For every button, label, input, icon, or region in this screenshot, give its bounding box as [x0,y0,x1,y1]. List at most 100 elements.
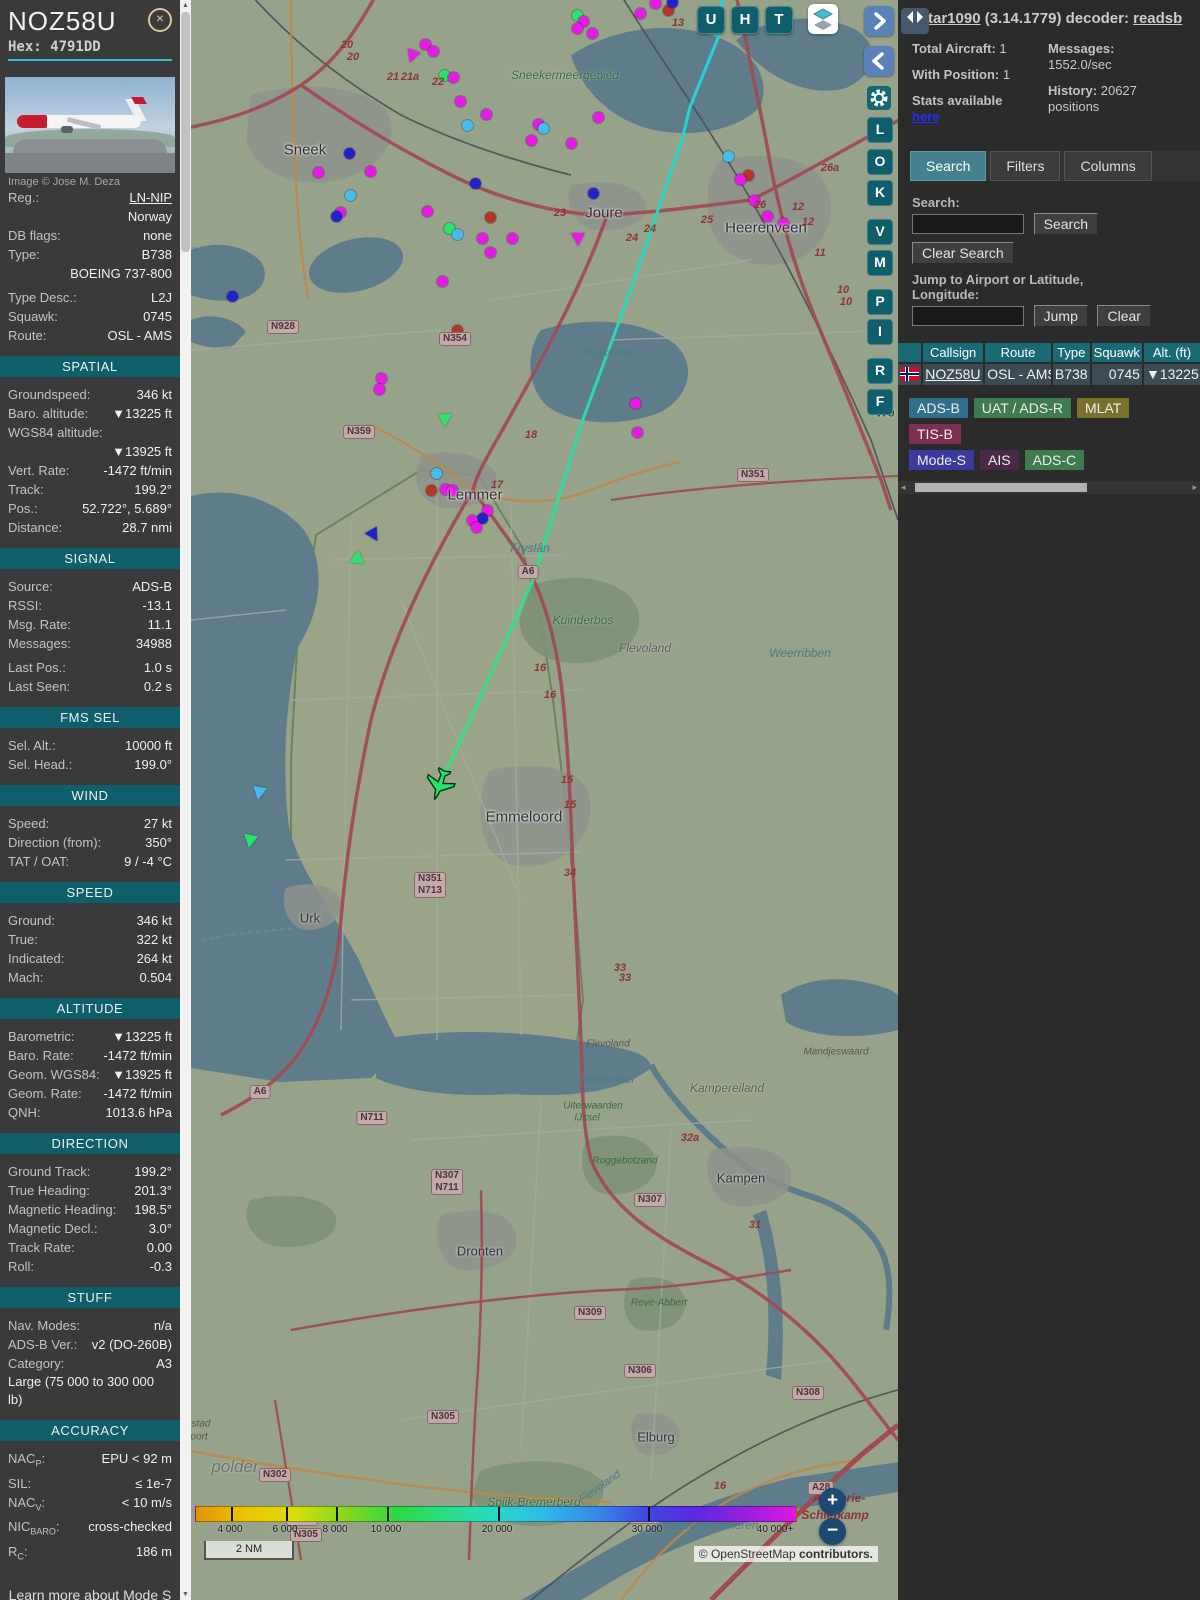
close-icon[interactable]: × [148,8,172,32]
panel-width-toggle[interactable] [901,8,929,34]
aircraft-dot[interactable] [723,151,734,162]
zoom-in-button[interactable]: + [819,1488,846,1515]
map-button-o[interactable]: O [867,149,893,175]
aircraft-dot[interactable] [526,135,537,146]
sidebar-scrollbar[interactable]: ▲ ▼ [180,0,191,1600]
source-badge-mode-s[interactable]: Mode-S [909,450,975,470]
stats-here-link[interactable]: here [912,109,939,124]
aircraft-dot[interactable] [630,398,641,409]
aircraft-dot[interactable] [448,72,459,83]
hscroll-thumb[interactable] [915,483,1087,492]
osm-link[interactable]: © OpenStreetMap [699,1547,799,1561]
map-canvas[interactable]: Sneek Joure Heerenveen Lemmer Emmeloord Urk Dr… [191,0,898,1600]
search-button[interactable]: Search [1033,213,1098,235]
table-horizontal-scrollbar[interactable]: ◂ ▸ [898,481,1200,494]
aircraft-dot[interactable] [227,291,238,302]
aircraft-dot[interactable] [462,120,473,131]
aircraft-dot[interactable] [485,212,496,223]
scroll-down-icon[interactable]: ▼ [180,1591,191,1598]
tab-columns[interactable]: Columns [1064,151,1152,181]
map-button-i[interactable]: I [867,319,893,345]
jump-clear-button[interactable]: Clear [1097,305,1151,327]
aircraft-dot[interactable] [572,23,583,34]
aircraft-dot[interactable] [431,468,442,479]
aircraft-dot[interactable] [344,148,355,159]
aircraft-arrow-marker[interactable] [250,785,268,802]
column-header-flag[interactable] [898,343,922,362]
map-button-p[interactable]: P [867,289,893,315]
map-button-t[interactable]: T [765,6,793,34]
aircraft-dot[interactable] [477,233,488,244]
aircraft-dot[interactable] [422,206,433,217]
panel-expand-button[interactable] [864,6,894,36]
panel-collapse-button[interactable] [864,46,894,76]
aircraft-dot[interactable] [447,485,458,496]
map-button-k[interactable]: K [867,180,893,206]
map-button-l[interactable]: L [867,117,893,143]
map-button-u[interactable]: U [697,6,725,34]
aircraft-dot[interactable] [588,188,599,199]
aircraft-arrow-marker[interactable] [571,233,585,246]
aircraft-dot[interactable] [635,8,646,19]
aircraft-arrow-marker[interactable] [241,833,259,850]
aircraft-dot[interactable] [778,218,789,229]
aircraft-dot[interactable] [374,384,385,395]
jump-button[interactable]: Jump [1033,305,1088,327]
column-header-Callsign[interactable]: Callsign [923,343,984,362]
column-header-Route[interactable]: Route [985,343,1051,362]
column-header-Squawk[interactable]: Squawk [1091,343,1142,362]
column-header-Alt. (ft)[interactable]: Alt. (ft) [1143,343,1200,362]
map-button-v[interactable]: V [867,219,893,245]
aircraft-dot[interactable] [365,166,376,177]
aircraft-dot[interactable] [735,174,746,185]
map-button-h[interactable]: H [731,6,759,34]
aircraft-dot[interactable] [428,46,439,57]
scroll-left-icon[interactable]: ◂ [901,481,906,494]
aircraft-dot[interactable] [345,190,356,201]
aircraft-dot[interactable] [538,123,549,134]
tar1090-link[interactable]: tar1090 [928,10,981,27]
aircraft-photo[interactable] [5,77,175,173]
source-badge-ads-b[interactable]: ADS-B [909,398,968,418]
table-row[interactable]: NOZ58U OSL - AMS B738 0745 ▼13225 [898,362,1200,385]
aircraft-dot[interactable] [507,233,518,244]
aircraft-dot[interactable] [331,211,342,222]
settings-button[interactable] [867,86,891,110]
aircraft-dot[interactable] [376,373,387,384]
selected-aircraft-icon[interactable] [418,762,462,806]
aircraft-dot[interactable] [593,112,604,123]
map-button-f[interactable]: F [867,389,893,415]
scroll-right-icon[interactable]: ▸ [1192,481,1197,494]
jump-input[interactable] [912,306,1024,326]
aircraft-dot[interactable] [426,485,437,496]
clear-search-button[interactable]: Clear Search [912,242,1014,264]
aircraft-dot[interactable] [470,178,481,189]
column-header-Type[interactable]: Type [1052,343,1090,362]
aircraft-dot[interactable] [566,138,577,149]
aircraft-dot[interactable] [632,427,643,438]
layers-button[interactable] [808,4,838,34]
aircraft-dot[interactable] [587,28,598,39]
search-input[interactable] [912,214,1024,234]
source-badge-mlat[interactable]: MLAT [1076,398,1130,418]
source-badge-uat-ads-r[interactable]: UAT / ADS-R [973,398,1071,418]
tab-search[interactable]: Search [910,151,987,181]
aircraft-dot[interactable] [452,229,463,240]
aircraft-dot[interactable] [485,247,496,258]
scroll-up-icon[interactable]: ▲ [180,2,191,9]
aircraft-dot[interactable] [455,96,466,107]
source-badge-ads-c[interactable]: ADS-C [1024,450,1085,470]
aircraft-arrow-marker[interactable] [438,414,452,427]
aircraft-dot[interactable] [471,522,482,533]
table-header-row[interactable]: Callsign Route Type Squawk Alt. (ft) [898,343,1200,362]
map-button-m[interactable]: M [867,250,893,276]
aircraft-dot[interactable] [437,276,448,287]
scrollbar-thumb[interactable] [181,12,190,252]
aircraft-dot[interactable] [313,167,324,178]
source-badge-tis-b[interactable]: TIS-B [909,424,961,444]
callsign-cell[interactable]: NOZ58U [923,364,984,385]
source-badge-ais[interactable]: AIS [980,450,1019,470]
zoom-out-button[interactable]: − [819,1518,846,1545]
aircraft-dot[interactable] [481,109,492,120]
aircraft-dot[interactable] [762,211,773,222]
